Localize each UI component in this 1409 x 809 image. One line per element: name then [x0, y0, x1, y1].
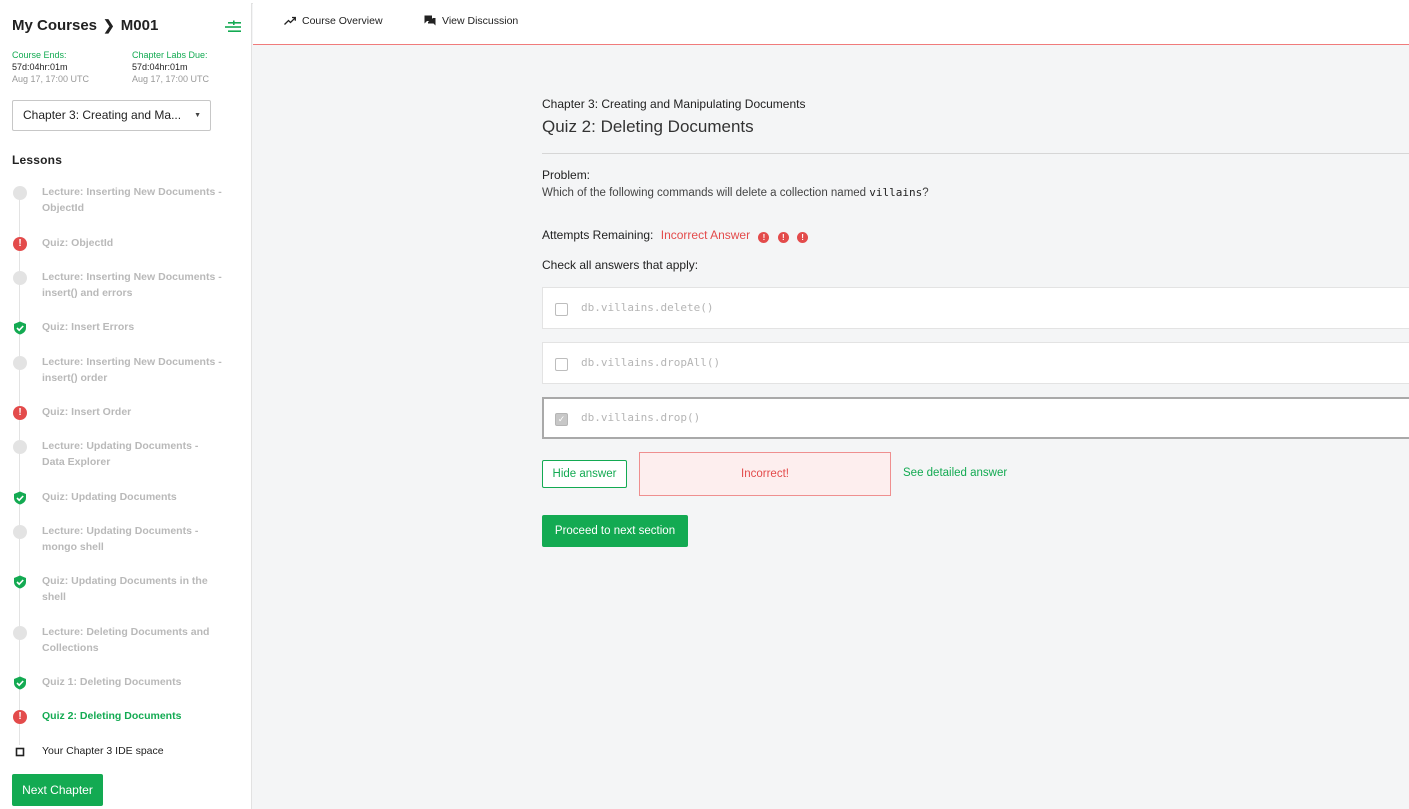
lesson-label: Lecture: Updating Documents - Data Explo… — [42, 440, 199, 468]
shield-check-icon — [14, 575, 26, 589]
course-ends-label: Course Ends: — [12, 50, 67, 60]
lesson-label: Quiz: Updating Documents — [42, 491, 177, 503]
lesson-label: Quiz: Insert Errors — [42, 321, 135, 333]
view-discussion-label: View Discussion — [442, 15, 519, 27]
lesson-label: Lecture: Deleting Documents and Collecti… — [42, 626, 210, 654]
course-countdown: 57d:04hr:01m — [12, 62, 68, 72]
answer-checkbox[interactable] — [555, 358, 568, 371]
discussion-icon — [424, 15, 436, 26]
answer-option[interactable]: db.villains.delete() — [542, 287, 1409, 329]
problem-text-before: Which of the following commands will del… — [542, 187, 870, 199]
problem-label: Problem: — [542, 168, 591, 182]
labs-deadline: Chapter Labs Due: 57d:04hr:01m Aug 17, 1… — [132, 49, 209, 85]
course-deadline: Course Ends: 57d:04hr:01m Aug 17, 17:00 … — [12, 49, 89, 85]
sidebar: My Courses ❯ M001 Course Ends: 57d:04hr:01… — [0, 3, 252, 809]
labs-due-date: Aug 17, 17:00 UTC — [132, 74, 210, 84]
video-icon — [13, 525, 27, 539]
course-end-date: Aug 17, 17:00 UTC — [12, 74, 90, 84]
see-detailed-answer-link[interactable]: See detailed answer — [903, 467, 1007, 479]
video-icon — [13, 626, 27, 640]
answer-option-selected[interactable]: ✓ db.villains.drop() — [542, 397, 1409, 439]
lesson-label: Your Chapter 3 IDE space — [42, 745, 164, 757]
attempt-used-icon: ! — [758, 232, 770, 243]
lesson-label: Lecture: Inserting New Documents - Objec… — [42, 186, 222, 214]
lesson-label: Quiz: Updating Documents in the shell — [42, 575, 208, 603]
chevron-right-icon: ❯ — [103, 17, 115, 33]
labs-due-label: Chapter Labs Due: — [132, 50, 208, 60]
trend-icon — [284, 16, 296, 25]
chapter-select-value: Chapter 3: Creating and Ma... — [23, 108, 182, 122]
answer-option[interactable]: db.villains.dropAll() — [542, 342, 1409, 384]
divider — [542, 153, 1409, 154]
answer-checkbox[interactable] — [555, 303, 568, 316]
next-chapter-button[interactable]: Next Chapter — [12, 774, 103, 806]
lesson-label: Lecture: Inserting New Documents - inser… — [42, 271, 222, 299]
instructions: Check all answers that apply: — [542, 258, 699, 272]
video-icon — [13, 271, 27, 285]
problem-text-after: ? — [922, 187, 929, 199]
course-overview-label: Course Overview — [302, 15, 383, 27]
lesson-label: Quiz 1: Deleting Documents — [42, 676, 182, 688]
menu-toggle-icon[interactable] — [225, 20, 241, 34]
view-discussion-link[interactable]: View Discussion — [424, 15, 518, 27]
lessons-heading: Lessons — [12, 153, 63, 167]
lesson-label: Quiz 2: Deleting Documents — [42, 710, 182, 722]
attempts-remaining: Attempts Remaining: Incorrect Answer ! !… — [542, 228, 809, 243]
shield-check-icon — [14, 491, 26, 505]
problem-code: villains — [869, 186, 923, 199]
answer-code: db.villains.drop() — [581, 411, 701, 424]
answer-checkbox-checked[interactable]: ✓ — [555, 413, 568, 426]
incorrect-icon: ! — [13, 406, 27, 420]
shield-check-icon — [14, 321, 26, 335]
attempts-status: Incorrect Answer — [660, 228, 751, 242]
lesson-label: Lecture: Updating Documents - mongo shel… — [42, 525, 199, 553]
incorrect-icon: ! — [13, 710, 27, 724]
chapter-select[interactable]: Chapter 3: Creating and Ma... ▼ — [12, 100, 211, 131]
video-icon — [13, 186, 27, 200]
caret-down-icon: ▼ — [194, 112, 201, 119]
problem-text: Which of the following commands will del… — [542, 186, 929, 199]
video-icon — [13, 356, 27, 370]
page-title: Quiz 2: Deleting Documents — [542, 117, 754, 136]
lesson-label: Quiz: ObjectId — [42, 237, 114, 249]
answer-code: db.villains.delete() — [581, 301, 714, 314]
shield-check-icon — [14, 676, 26, 690]
breadcrumb: My Courses ❯ M001 — [12, 17, 158, 34]
ide-icon — [13, 745, 27, 759]
hide-answer-button[interactable]: Hide answer — [542, 460, 627, 488]
video-icon — [13, 440, 27, 454]
proceed-next-section-button[interactable]: Proceed to next section — [542, 515, 688, 547]
top-nav: Course Overview View Discussion — [253, 3, 1409, 45]
incorrect-icon: ! — [13, 237, 27, 251]
result-incorrect-box: Incorrect! — [639, 452, 891, 496]
lesson-label: Quiz: Insert Order — [42, 406, 132, 418]
attempts-label: Attempts Remaining: — [542, 228, 654, 242]
labs-countdown: 57d:04hr:01m — [132, 62, 188, 72]
course-overview-link[interactable]: Course Overview — [284, 15, 383, 27]
answer-code: db.villains.dropAll() — [581, 356, 721, 369]
attempt-used-icon: ! — [797, 232, 809, 243]
lesson-label: Lecture: Inserting New Documents - inser… — [42, 356, 222, 384]
attempt-used-icon: ! — [777, 232, 789, 243]
chapter-subtitle: Chapter 3: Creating and Manipulating Doc… — [542, 97, 806, 111]
breadcrumb-my-courses[interactable]: My Courses — [12, 17, 97, 34]
breadcrumb-course[interactable]: M001 — [121, 17, 159, 34]
